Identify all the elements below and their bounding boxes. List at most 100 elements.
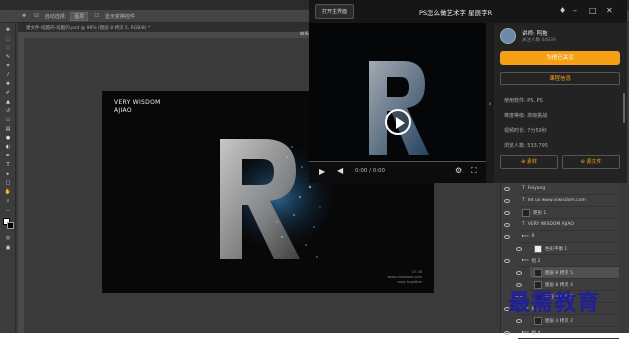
document-tab[interactable]: 建文件-炫酷的-炫酷的.psd @ 98% (图层 8 拷贝 5, RGB/8)… — [18, 23, 318, 32]
source-file-button[interactable]: ⊕ 源文件 — [562, 155, 620, 169]
lecturer-followers: 关注人数 44839 — [522, 38, 556, 43]
chevron-right-icon: › — [488, 98, 492, 108]
minimize-icon[interactable]: – — [573, 6, 577, 16]
hand-tool-icon[interactable]: ✋ — [3, 189, 13, 195]
video-viewport[interactable] — [309, 23, 486, 183]
transform-checkbox[interactable]: ☐ — [92, 13, 100, 19]
layer-name: R — [531, 234, 535, 239]
doc-text-line1: VERY WISDOM — [114, 99, 161, 106]
material-button[interactable]: ⊕ 素材 — [500, 155, 558, 169]
maximize-icon[interactable]: □ — [589, 6, 597, 16]
visibility-eye-icon[interactable] — [516, 246, 522, 251]
info-value: PS, PS — [527, 98, 543, 104]
doc-footer: 07.16 www.viwisdom.com copy together — [388, 270, 422, 285]
brush-tool-icon[interactable]: ✐ — [3, 90, 13, 96]
info-row-views: 浏览人数: 533,795 — [504, 142, 548, 149]
doc-text-line2: AJIAO — [114, 107, 132, 114]
marquee-tool-icon[interactable]: ⬚ — [3, 36, 13, 42]
source-file-button-label: 源文件 — [586, 159, 602, 165]
background-color-swatch[interactable] — [7, 222, 14, 229]
visibility-eye-icon[interactable] — [504, 234, 510, 239]
stamp-tool-icon[interactable]: ▲ — [3, 99, 13, 105]
follow-button[interactable]: 为他已关注 — [500, 51, 620, 65]
info-label: 视频时长: — [504, 128, 526, 134]
visibility-eye-icon[interactable] — [504, 186, 510, 191]
play-icon[interactable]: ▶ — [319, 167, 325, 176]
visibility-eye-icon[interactable] — [516, 318, 522, 323]
video-controls: ▶ ◀ 0:00 / 0:00 ⚙ ⛶ — [309, 161, 486, 183]
document-tab-label: 建文件-炫酷的-炫酷的.psd @ 98% (图层 8 拷贝 5, RGB/8)… — [26, 25, 151, 31]
visibility-eye-icon[interactable] — [504, 198, 510, 203]
blur-tool-icon[interactable]: ● — [3, 135, 13, 141]
eraser-tool-icon[interactable]: ▭ — [3, 117, 13, 123]
layer-thumbnail — [534, 316, 542, 325]
layer-row[interactable]: 矩形 1 — [504, 207, 619, 219]
collapse-panel-handle[interactable]: › — [486, 23, 494, 183]
move-tool-icon[interactable]: ✥ — [3, 27, 13, 33]
auto-select-checkbox[interactable]: ☑ — [32, 13, 40, 19]
course-info-panel: 讲师: 阿拖 关注人数 44839 为他已关注 课程信息 使用软件: PS, P… — [494, 23, 627, 183]
folder-icon: ▸▭ — [522, 234, 529, 239]
dodge-tool-icon[interactable]: ◐ — [3, 144, 13, 150]
layer-row[interactable]: Tlet us www.viwisdom.com — [504, 195, 619, 207]
info-value: 高级挑战 — [527, 113, 548, 119]
watermark-text: 最需教育 — [508, 290, 601, 316]
layer-name: VERY WISDOM AJIAO — [527, 222, 574, 227]
lecturer-avatar[interactable] — [500, 28, 516, 44]
layer-row[interactable]: T Feiyang — [504, 183, 619, 195]
doc-footer-line3: copy together — [397, 280, 422, 284]
quick-select-tool-icon[interactable]: ✎ — [3, 54, 13, 60]
zoom-tool-icon[interactable]: ⌕ — [3, 198, 13, 204]
volume-icon[interactable]: ◀ — [337, 166, 343, 175]
skin-icon[interactable]: ♦ — [559, 6, 566, 16]
layer-row[interactable]: ▸▭ 组 4 — [504, 327, 619, 339]
download-buttons: ⊕ 素材 ⊕ 源文件 — [500, 155, 620, 169]
layer-name: 图层 4 拷贝 2 — [545, 318, 574, 324]
layer-row[interactable]: 色彩平衡 1 — [516, 243, 619, 255]
type-tool-icon[interactable]: T — [3, 162, 13, 168]
eyedropper-tool-icon[interactable]: ⁄ — [3, 72, 13, 78]
layer-row[interactable]: 图层 8 拷贝 5 — [516, 267, 619, 279]
layer-row[interactable]: T VERY WISDOM AJIAO — [504, 219, 619, 231]
text-layer-icon: T — [522, 222, 525, 227]
visibility-eye-icon[interactable] — [504, 258, 510, 263]
gradient-tool-icon[interactable]: ▤ — [3, 126, 13, 132]
healing-tool-icon[interactable]: ✚ — [3, 81, 13, 87]
layer-dropdown[interactable]: 图层 — [70, 11, 89, 21]
shape-tool-icon[interactable]: □ — [3, 180, 13, 186]
pen-tool-icon[interactable]: ✒ — [3, 153, 13, 159]
panel-scrollbar[interactable] — [623, 93, 625, 123]
move-tool-icon[interactable]: ✥ — [20, 13, 28, 19]
layer-row[interactable]: ▸▭ R — [504, 231, 619, 243]
fullscreen-icon[interactable]: ⛶ — [471, 166, 477, 176]
settings-gear-icon[interactable]: ⚙ — [455, 166, 462, 175]
video-time: 0:00 / 0:00 — [355, 168, 386, 174]
visibility-eye-icon[interactable] — [504, 222, 510, 227]
more-tools-icon[interactable]: … — [3, 207, 13, 213]
play-button[interactable] — [385, 109, 411, 135]
lasso-tool-icon[interactable]: ◌ — [3, 45, 13, 51]
visibility-eye-icon[interactable] — [516, 270, 522, 275]
screen-mode-icon[interactable]: ▣ — [3, 245, 13, 251]
crop-tool-icon[interactable]: ⌗ — [3, 63, 13, 69]
quick-mask-icon[interactable]: ◎ — [3, 235, 13, 241]
layer-name: let us www.viwisdom.com — [527, 198, 586, 203]
close-icon[interactable]: ✕ — [606, 6, 613, 16]
back-to-main-button[interactable]: 打开主界面 — [315, 4, 355, 19]
video-title: PS怎么做艺术字 星辰字R — [419, 9, 493, 17]
layer-thumbnail — [522, 208, 530, 217]
auto-select-label: 自动选择: — [44, 13, 67, 20]
course-info-button[interactable]: 课程信息 — [500, 72, 620, 85]
history-brush-icon[interactable]: ↺ — [3, 108, 13, 114]
info-label: 浏览人数: — [504, 143, 526, 149]
layer-row[interactable]: ▸▭ 组 2 — [504, 255, 619, 267]
video-letter-r — [369, 61, 429, 155]
transform-label: 显示变换控件 — [104, 13, 135, 20]
path-select-icon[interactable]: ▸ — [3, 171, 13, 177]
visibility-eye-icon[interactable] — [504, 210, 510, 215]
layer-name: Feiyang — [527, 186, 546, 191]
layer-name: 组 2 — [531, 258, 541, 264]
tools-panel: ✥ ⬚ ◌ ✎ ⌗ ⁄ ✚ ✐ ▲ ↺ ▭ ▤ ● ◐ ✒ T ▸ □ ✋ ⌕ … — [0, 23, 16, 333]
lecturer-line: 讲师: 阿拖 — [522, 29, 548, 37]
layer-thumbnail — [534, 244, 542, 253]
